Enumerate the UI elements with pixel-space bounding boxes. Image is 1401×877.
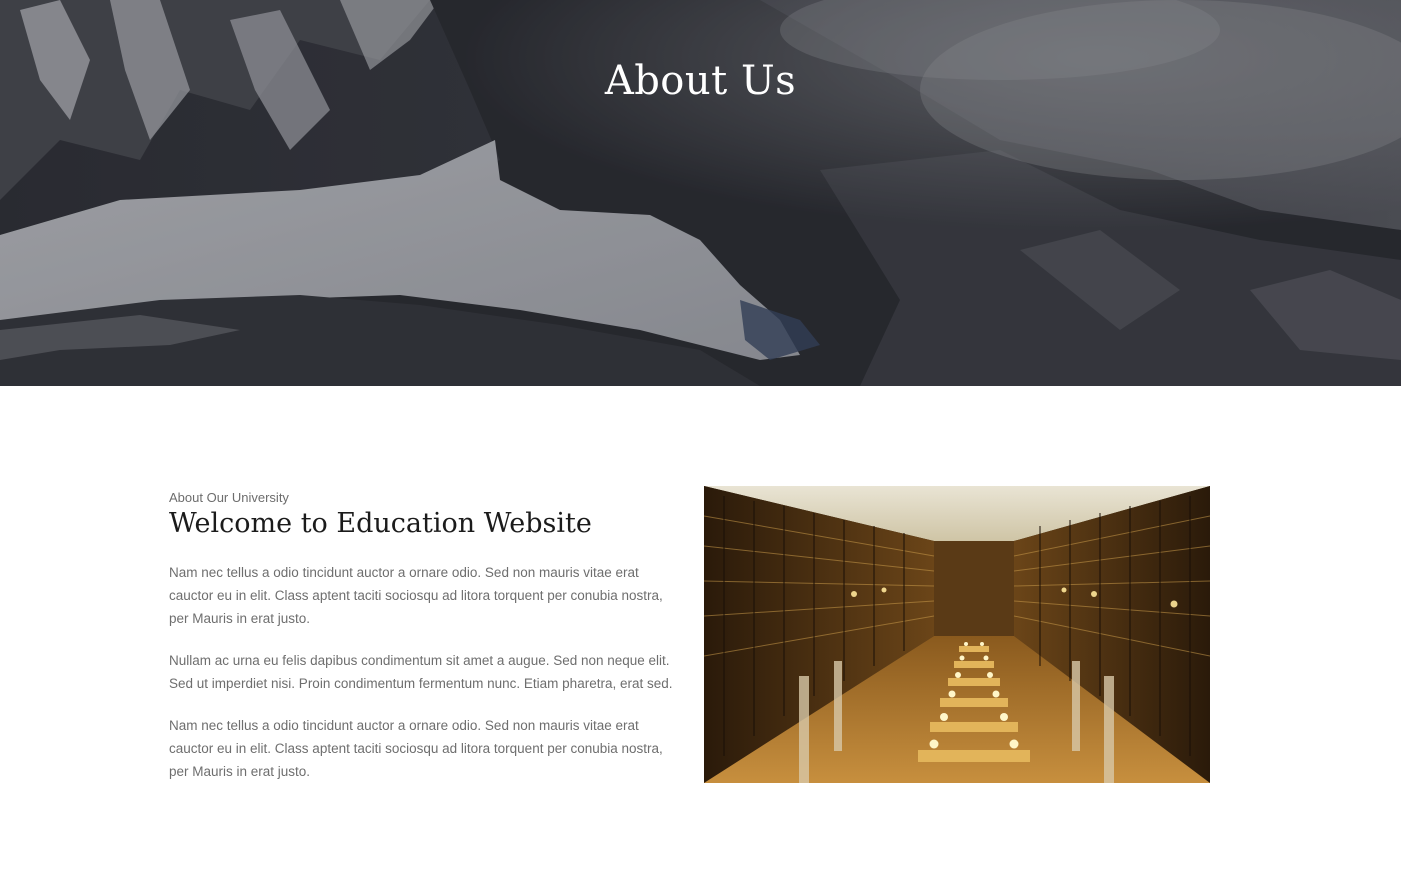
library-image <box>704 486 1210 783</box>
about-text-column: About Our University Welcome to Educatio… <box>169 489 674 802</box>
about-paragraph-2: Nullam ac urna eu felis dapibus condimen… <box>169 653 673 691</box>
hero-banner: About Us <box>0 0 1401 386</box>
about-section: About Our University Welcome to Educatio… <box>0 386 1401 877</box>
about-paragraph-3: Nam nec tellus a odio tincidunt auctor a… <box>169 718 663 779</box>
about-paragraph-1: Nam nec tellus a odio tincidunt auctor a… <box>169 565 663 626</box>
section-heading: Welcome to Education Website <box>169 508 592 539</box>
page-title: About Us <box>604 58 797 104</box>
library-illustration <box>704 486 1210 783</box>
section-eyebrow: About Our University <box>169 490 289 505</box>
